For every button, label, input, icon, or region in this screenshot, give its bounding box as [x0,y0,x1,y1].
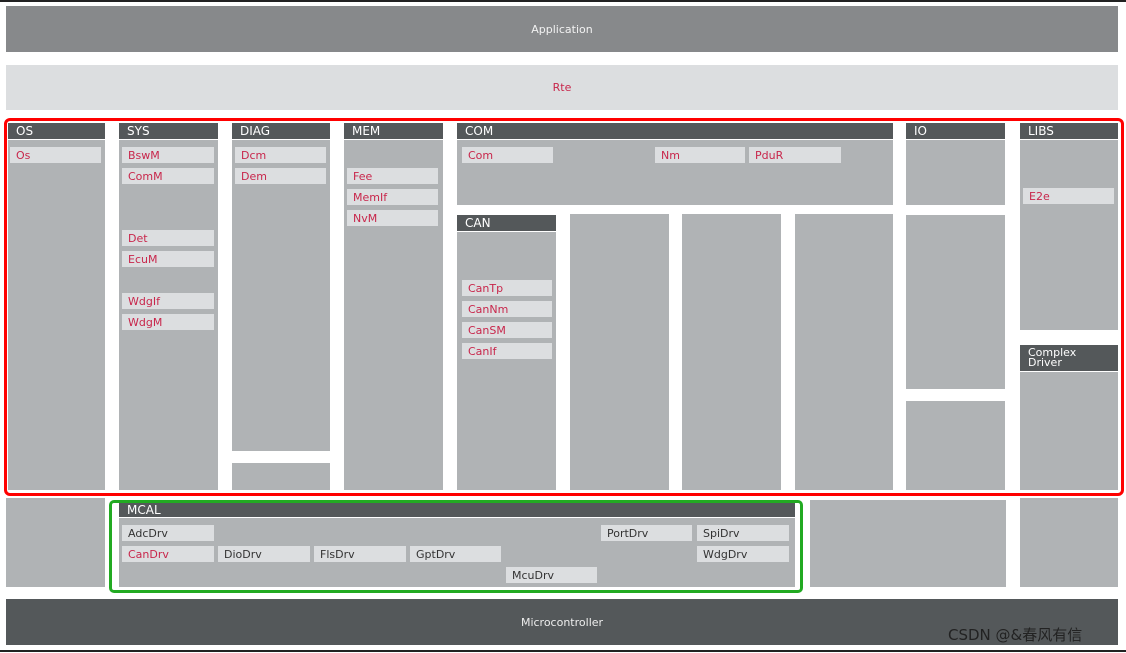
bottom-border [0,650,1126,652]
top-border [0,0,1126,2]
rte-layer: Rte [6,65,1118,110]
mcal-highlight-frame [109,500,803,593]
application-layer: Application [6,6,1118,52]
io-driver-box [810,500,1006,587]
complex-driver-lower [1020,498,1118,587]
os-column-lower [6,498,105,587]
watermark: CSDN @&春风有信 [948,626,1083,644]
bsw-highlight-frame [4,118,1124,496]
